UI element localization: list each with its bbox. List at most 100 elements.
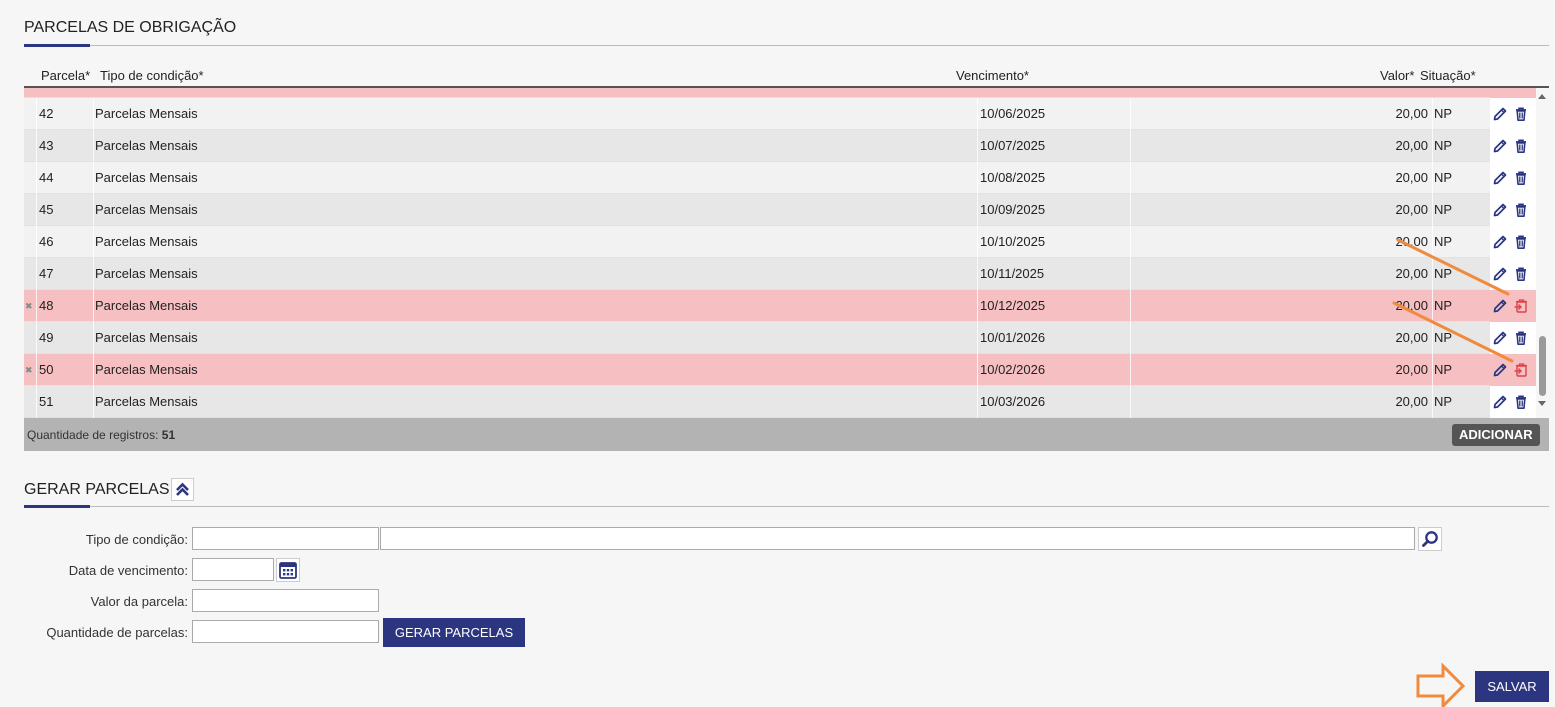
row-actions [1490,322,1536,354]
scroll-down-icon[interactable] [1538,401,1546,406]
cell-tipo: Parcelas Mensais [95,330,198,345]
add-button[interactable]: ADICIONAR [1452,424,1540,446]
cell-vencimento: 10/08/2025 [980,170,1046,185]
trash-icon[interactable] [1513,202,1529,218]
column-separator [1130,226,1131,258]
column-header-parcela[interactable]: Parcela* [41,68,90,83]
column-header-tipo[interactable]: Tipo de condição* [100,68,204,83]
column-header-situacao[interactable]: Situação* [1420,68,1476,83]
edit-icon[interactable] [1492,362,1508,378]
deleted-marker-icon: ✖ [25,365,33,375]
tipo-condicao-description-input[interactable] [380,527,1415,550]
collapse-button[interactable] [171,478,194,501]
quantidade-parcelas-input[interactable] [192,620,379,643]
table-row[interactable]: 42 Parcelas Mensais 10/06/2025 20,00 NP [24,98,1536,130]
edit-icon[interactable] [1492,106,1508,122]
table-row[interactable]: 47 Parcelas Mensais 10/11/2025 20,00 NP [24,258,1536,290]
edit-icon[interactable] [1492,234,1508,250]
calendar-button[interactable] [276,558,300,582]
column-separator [977,386,978,418]
column-separator [1130,194,1131,226]
column-header-valor[interactable]: Valor* [1380,68,1414,83]
column-separator [1432,130,1433,162]
calendar-icon [279,562,297,579]
table-row[interactable]: 45 Parcelas Mensais 10/09/2025 20,00 NP [24,194,1536,226]
cell-tipo: Parcelas Mensais [95,138,198,153]
tipo-condicao-code-input[interactable] [192,527,379,550]
column-separator [1130,322,1131,354]
edit-icon[interactable] [1492,330,1508,346]
column-separator [977,194,978,226]
edit-icon[interactable] [1492,170,1508,186]
trash-icon[interactable] [1513,266,1529,282]
edit-icon[interactable] [1492,298,1508,314]
cell-tipo: Parcelas Mensais [95,106,198,121]
column-separator [1432,322,1433,354]
grid-scrollbar[interactable] [1536,88,1549,418]
deleted-marker-icon: ✖ [25,301,33,311]
trash-icon[interactable] [1513,106,1529,122]
trash-icon[interactable] [1513,234,1529,250]
cell-situacao: NP [1434,330,1453,345]
trash-icon[interactable] [1513,138,1529,154]
cell-tipo: Parcelas Mensais [95,266,198,281]
cell-valor: 20,00 [1395,362,1428,377]
column-separator [36,162,37,194]
section-divider [24,45,1549,46]
cell-valor: 20,00 [1395,266,1428,281]
column-separator [977,258,978,290]
page: PARCELAS DE OBRIGAÇÃO Parcela* Tipo de c… [0,0,1555,707]
grid-footer: Quantidade de registros: 51 ADICIONAR [24,418,1549,451]
table-row[interactable]: ✖ 48 Parcelas Mensais 10/12/2025 20,00 NP [24,290,1536,322]
scroll-up-icon[interactable] [1538,94,1546,99]
cell-tipo: Parcelas Mensais [95,202,198,217]
scroll-thumb[interactable] [1539,336,1546,396]
data-vencimento-input[interactable] [192,558,274,581]
save-button[interactable]: SALVAR [1475,671,1549,702]
column-separator [1432,354,1433,386]
cell-situacao: NP [1434,138,1453,153]
restore-icon[interactable] [1513,298,1529,314]
edit-icon[interactable] [1492,202,1508,218]
arrow-right-annotation [1416,662,1466,707]
table-row[interactable]: 49 Parcelas Mensais 10/01/2026 20,00 NP [24,322,1536,354]
table-row[interactable]: 51 Parcelas Mensais 10/03/2026 20,00 NP [24,386,1536,418]
column-separator [36,130,37,162]
trash-icon[interactable] [1513,330,1529,346]
column-separator [36,322,37,354]
table-row[interactable]: ✖ 50 Parcelas Mensais 10/02/2026 20,00 NP [24,354,1536,386]
column-separator [93,226,94,258]
row-actions [1490,354,1536,386]
row-actions [1490,162,1536,194]
cell-parcela: 42 [39,106,54,121]
restore-icon[interactable] [1513,362,1529,378]
trash-icon[interactable] [1513,394,1529,410]
cell-situacao: NP [1434,298,1453,313]
column-separator [1130,258,1131,290]
cell-valor: 20,00 [1395,394,1428,409]
edit-icon[interactable] [1492,138,1508,154]
table-row[interactable]: 43 Parcelas Mensais 10/07/2025 20,00 NP [24,130,1536,162]
table-row[interactable]: 46 Parcelas Mensais 10/10/2025 20,00 NP [24,226,1536,258]
cell-vencimento: 10/07/2025 [980,138,1046,153]
search-button[interactable] [1418,527,1442,551]
column-header-vencimento[interactable]: Vencimento* [956,68,1029,83]
table-row[interactable]: 44 Parcelas Mensais 10/08/2025 20,00 NP [24,162,1536,194]
edit-icon[interactable] [1492,394,1508,410]
generate-parcelas-button[interactable]: GERAR PARCELAS [383,618,525,647]
column-separator [1130,162,1131,194]
cell-situacao: NP [1434,362,1453,377]
column-separator [1130,98,1131,130]
trash-icon[interactable] [1513,170,1529,186]
column-separator [1130,386,1131,418]
cell-vencimento: 10/06/2025 [980,106,1046,121]
cell-parcela: 46 [39,234,54,249]
cell-vencimento: 10/11/2025 [980,266,1045,281]
column-separator [977,226,978,258]
cell-situacao: NP [1434,202,1453,217]
cell-tipo: Parcelas Mensais [95,362,198,377]
cell-parcela: 44 [39,170,54,185]
column-separator [1432,226,1433,258]
valor-parcela-input[interactable] [192,589,379,612]
edit-icon[interactable] [1492,266,1508,282]
